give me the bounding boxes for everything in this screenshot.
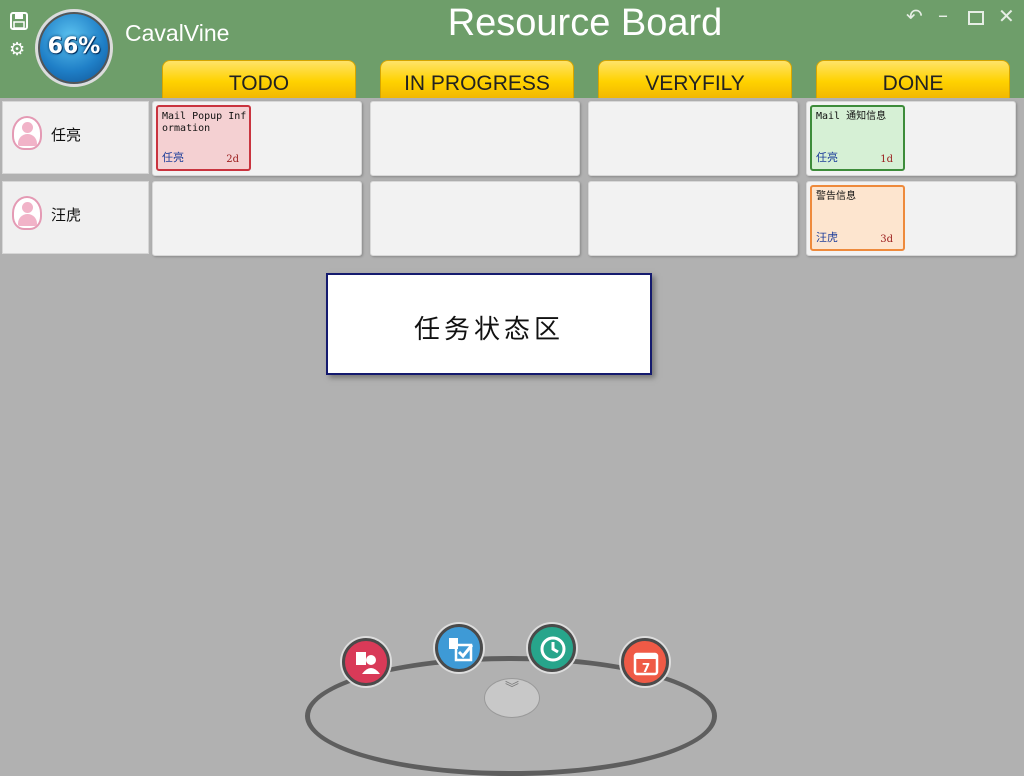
clock-icon[interactable] [528,624,576,672]
column-header-todo[interactable]: TODO [162,60,356,98]
save-icon[interactable] [10,12,28,33]
task-card-title: 警告信息 [816,191,856,202]
title-bar: ⚙ 66% CavalVine Resource Board ↶ – ✕ TOD… [0,0,1024,98]
task-card-duration: 1d [880,154,893,165]
person-row-header[interactable]: 汪虎 [2,181,149,254]
close-icon[interactable]: ✕ [998,6,1015,26]
board-cell-in-progress[interactable] [370,181,580,256]
page-title: Resource Board [447,2,723,44]
board-cell-veryfily[interactable] [588,101,798,176]
task-card[interactable]: 警告信息 汪虎 3d [810,185,905,251]
calendar-icon[interactable]: 7 [621,638,669,686]
task-card[interactable]: Mail Popup Information 任亮 2d [156,105,251,171]
column-header-veryfily[interactable]: VERYFILY [598,60,792,98]
board-cell-todo[interactable] [152,181,362,256]
gear-icon[interactable]: ⚙ [9,41,25,59]
board-cell-done[interactable]: Mail 通知信息 任亮 1d [806,101,1016,176]
task-card-duration: 2d [226,154,239,165]
column-header-done[interactable]: DONE [816,60,1010,98]
progress-badge: 66% [35,9,113,87]
app-name: CavalVine [125,20,230,46]
status-area-text: 任务状态区 [413,315,564,345]
user-report-icon[interactable] [342,638,390,686]
column-header-in-progress[interactable]: IN PROGRESS [380,60,574,98]
task-card-owner: 汪虎 [816,231,838,244]
progress-value: 66% [47,34,101,59]
board-cell-veryfily[interactable] [588,181,798,256]
task-check-icon[interactable] [435,624,483,672]
board-cell-todo[interactable]: Mail Popup Information 任亮 2d [152,101,362,176]
person-avatar-icon [12,116,42,150]
task-card-title: Mail 通知信息 [816,111,887,122]
back-icon[interactable]: ↶ [906,6,923,26]
person-row-header[interactable]: 任亮 [2,101,149,174]
task-card-title: Mail Popup Information [162,111,247,134]
minimize-icon[interactable]: – [938,5,948,25]
person-avatar-icon [12,196,42,230]
task-card-duration: 3d [880,234,893,245]
board-cell-in-progress[interactable] [370,101,580,176]
task-card[interactable]: Mail 通知信息 任亮 1d [810,105,905,171]
task-card-owner: 任亮 [162,151,184,164]
task-card-owner: 任亮 [816,151,838,164]
maximize-icon[interactable] [968,8,984,28]
person-name: 任亮 [51,126,82,144]
status-area-label: 任务状态区 [326,273,652,375]
board-cell-done[interactable]: 警告信息 汪虎 3d [806,181,1016,256]
chevron-down-icon[interactable]: ︾ [484,678,540,718]
person-name: 汪虎 [51,206,82,224]
svg-text:7: 7 [642,661,650,675]
